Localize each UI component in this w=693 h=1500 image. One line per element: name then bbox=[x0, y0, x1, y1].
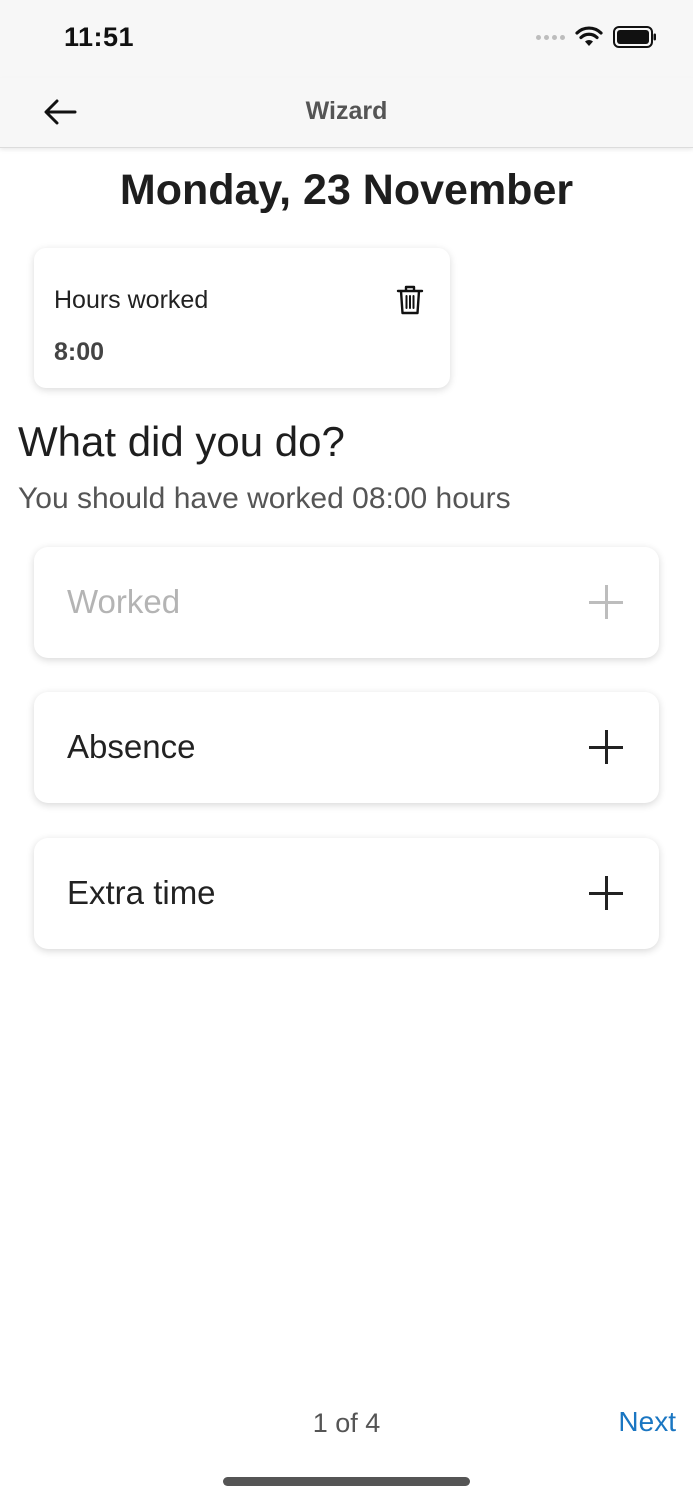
question-heading: What did you do? bbox=[18, 418, 345, 465]
status-bar: 11:51 bbox=[0, 0, 693, 78]
status-icons bbox=[536, 26, 657, 48]
trash-icon bbox=[396, 285, 424, 315]
hours-worked-label: Hours worked bbox=[54, 286, 209, 314]
battery-icon bbox=[613, 26, 656, 48]
worked-option[interactable]: Worked bbox=[34, 547, 659, 658]
plus-icon bbox=[589, 585, 623, 619]
expected-hours-hint: You should have worked 08:00 hours bbox=[18, 482, 511, 515]
delete-button[interactable] bbox=[392, 282, 428, 318]
status-time: 11:51 bbox=[64, 22, 135, 52]
worked-option-label: Worked bbox=[67, 583, 181, 620]
absence-option[interactable]: Absence bbox=[34, 692, 659, 803]
page-title: Monday, 23 November bbox=[119, 166, 574, 214]
nav-bar: Wizard bbox=[0, 78, 693, 148]
cellular-signal-icon bbox=[536, 34, 565, 40]
hours-worked-value: 8:00 bbox=[54, 338, 105, 366]
hours-worked-card: Hours worked 8:00 bbox=[34, 248, 450, 388]
next-button[interactable]: Next bbox=[618, 1406, 676, 1438]
extra-time-option[interactable]: Extra time bbox=[34, 838, 659, 949]
page-indicator: 1 of 4 bbox=[312, 1408, 381, 1438]
nav-title: Wizard bbox=[305, 97, 388, 125]
home-indicator bbox=[223, 1477, 470, 1486]
extra-time-option-label: Extra time bbox=[67, 874, 216, 911]
absence-option-label: Absence bbox=[67, 728, 196, 765]
plus-icon bbox=[589, 876, 623, 910]
plus-icon bbox=[589, 730, 623, 764]
wifi-icon bbox=[575, 26, 603, 46]
